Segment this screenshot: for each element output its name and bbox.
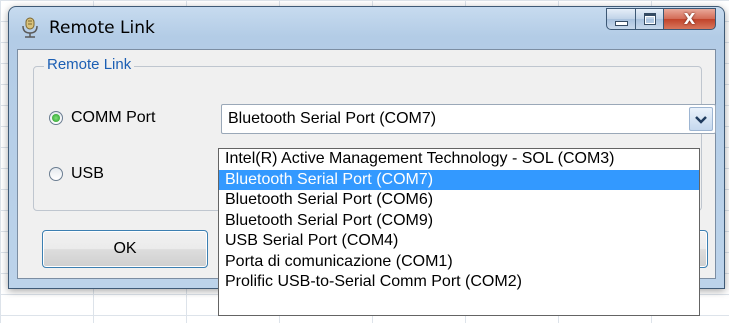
combo-selected-value: Bluetooth Serial Port (COM7) (228, 110, 437, 127)
window-title: Remote Link (49, 18, 155, 38)
minimize-icon (614, 20, 628, 26)
dropdown-item[interactable]: Intel(R) Active Management Technology - … (219, 149, 699, 170)
close-button[interactable]: X (664, 8, 716, 30)
dropdown-arrow-button[interactable] (689, 107, 713, 131)
dropdown-item[interactable]: Bluetooth Serial Port (COM9) (219, 211, 699, 232)
caption-buttons: X (606, 8, 716, 30)
title-bar[interactable]: Remote Link X (9, 7, 724, 49)
dropdown-item[interactable]: USB Serial Port (COM4) (219, 231, 699, 252)
radio-selected-dot (52, 114, 60, 122)
close-icon: X (683, 10, 696, 28)
dropdown-item[interactable]: Bluetooth Serial Port (COM6) (219, 190, 699, 211)
dropdown-item[interactable]: Prolific USB-to-Serial Comm Port (COM2) (219, 272, 699, 293)
maximize-button[interactable] (636, 8, 664, 30)
microphone-app-icon (19, 17, 41, 39)
radio-label-comm-port[interactable]: COMM Port (71, 109, 155, 127)
minimize-button[interactable] (606, 8, 636, 30)
ok-button[interactable]: OK (42, 230, 208, 268)
maximize-icon (643, 13, 656, 25)
radio-comm-port[interactable]: COMM Port (49, 109, 155, 127)
groupbox-label: Remote Link (44, 56, 135, 73)
radio-button[interactable] (49, 111, 63, 125)
comm-port-dropdown-list: Intel(R) Active Management Technology - … (218, 148, 700, 316)
radio-button[interactable] (49, 167, 63, 181)
radio-label-usb[interactable]: USB (71, 165, 104, 183)
dropdown-item-selected[interactable]: Bluetooth Serial Port (COM7) (219, 169, 699, 190)
radio-usb[interactable]: USB (49, 165, 104, 183)
dropdown-item[interactable]: Porta di comunicazione (COM1) (219, 252, 699, 273)
comm-port-select[interactable]: Bluetooth Serial Port (COM7) (221, 104, 716, 134)
chevron-down-icon (695, 115, 707, 124)
